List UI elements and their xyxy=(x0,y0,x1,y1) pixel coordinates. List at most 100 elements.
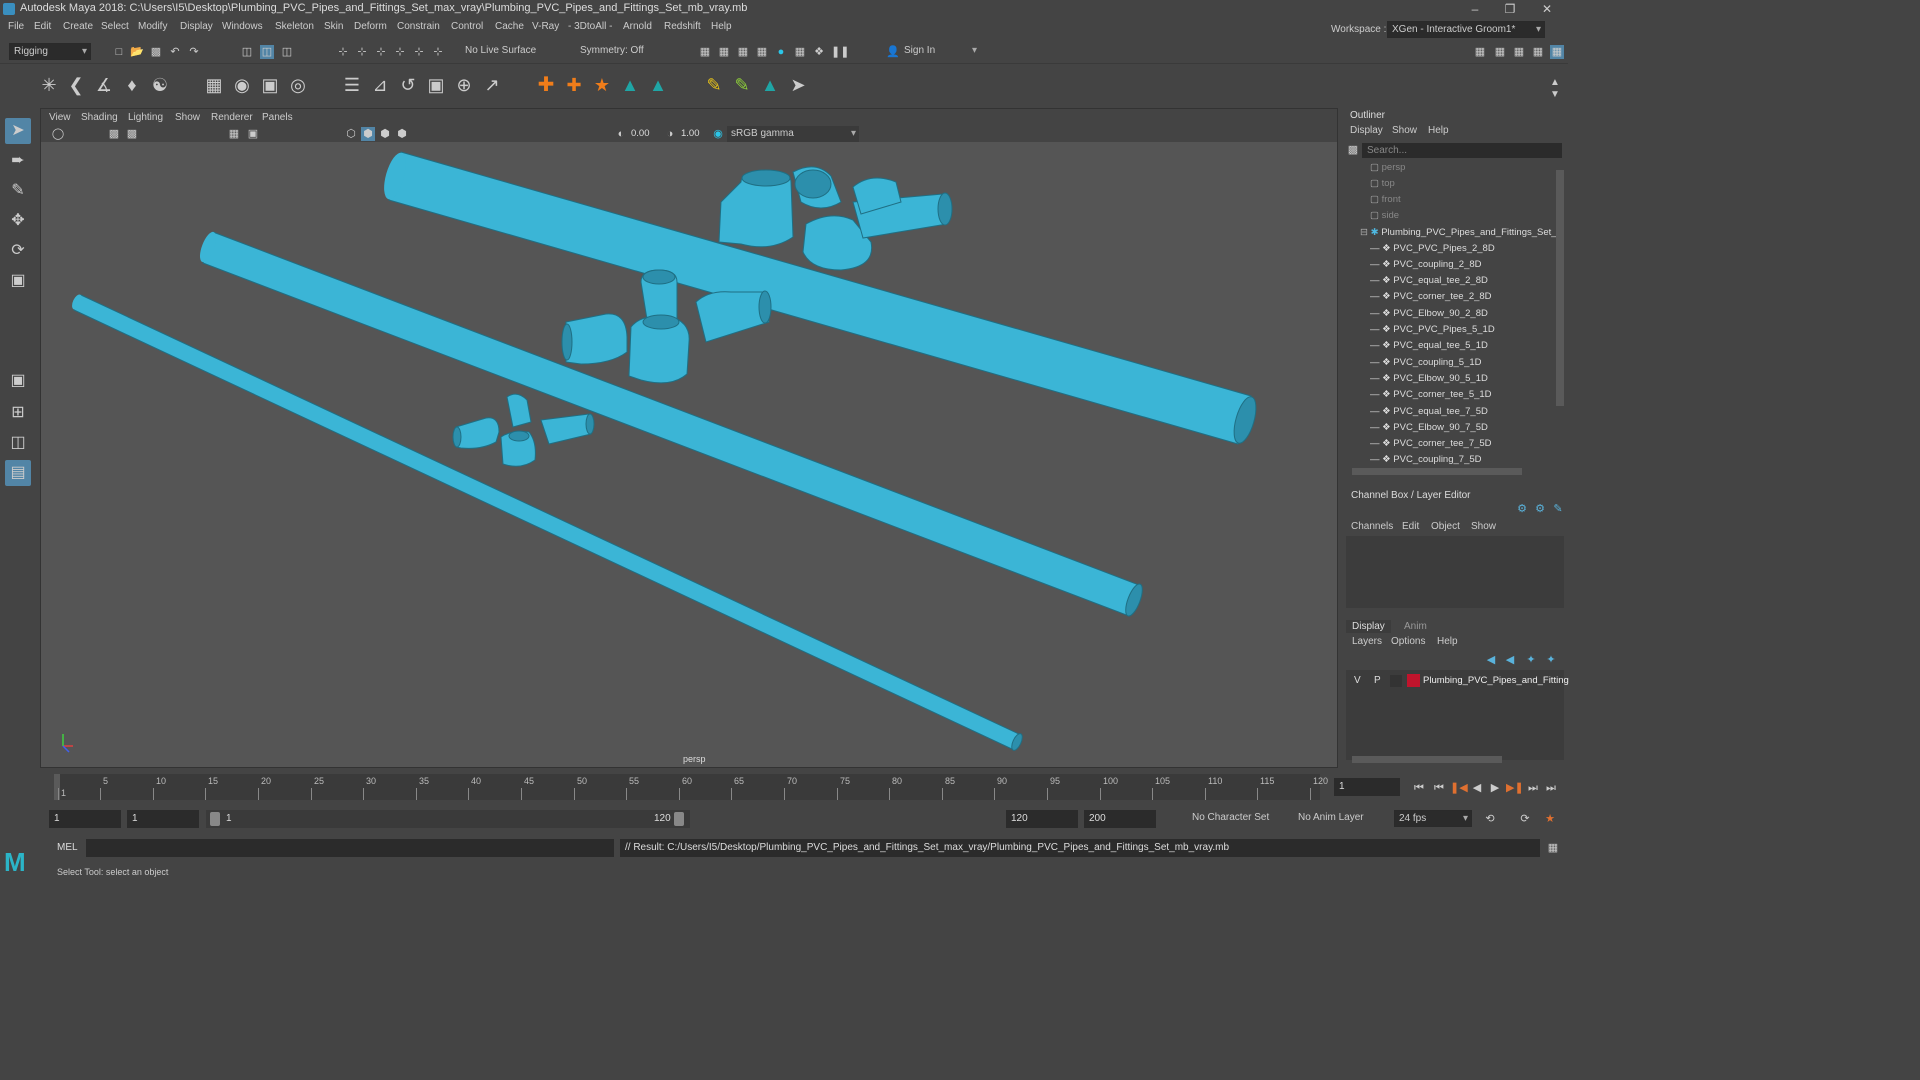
hik-skeleton-icon[interactable]: ▲ xyxy=(621,76,639,94)
sculpt-deformer-icon[interactable]: ✚ xyxy=(565,76,583,94)
vp-menu-view[interactable]: View xyxy=(49,112,71,123)
live-surface-field[interactable]: No Live Surface xyxy=(461,43,545,60)
select-object-icon[interactable]: ◫ xyxy=(260,45,274,59)
menu-cache[interactable]: Cache xyxy=(495,21,524,32)
step-back-frame-icon[interactable]: ❚◀ xyxy=(1450,781,1468,795)
go-to-end-icon[interactable]: ⏭ xyxy=(1544,781,1558,795)
outliner-item[interactable]: ― ❖ PVC_equal_tee_5_1D xyxy=(1370,338,1556,354)
range-end-handle[interactable] xyxy=(674,812,684,826)
ik-spline-icon[interactable]: ∡ xyxy=(95,76,113,94)
outliner-menu-help[interactable]: Help xyxy=(1428,125,1449,136)
render-icon[interactable]: ▦ xyxy=(717,45,731,59)
tool-icon[interactable]: ✎ xyxy=(1551,502,1565,516)
outliner-camera-persp[interactable]: ▢ persp xyxy=(1370,160,1556,176)
snap-view-icon[interactable]: ⊹ xyxy=(393,45,407,59)
hik-control-icon[interactable]: ▲ xyxy=(649,76,667,94)
pole-vector-icon[interactable]: ↗ xyxy=(483,76,501,94)
outliner-item[interactable]: ― ❖ PVC_corner_tee_2_8D xyxy=(1370,289,1556,305)
parent-constraint-icon[interactable]: ☰ xyxy=(343,76,361,94)
wireframe-icon[interactable]: ⬡ xyxy=(344,127,358,141)
outliner-camera-front[interactable]: ▢ front xyxy=(1370,192,1556,208)
time-slider[interactable]: 1 5 10 15 20 25 30 35 40 45 50 55 60 65 70 75 80 85 90 95 10… xyxy=(40,772,1568,804)
outliner-item[interactable]: ― ❖ PVC_corner_tee_5_1D xyxy=(1370,387,1556,403)
scale-constraint-icon[interactable]: ▣ xyxy=(427,76,445,94)
fittings-small[interactable] xyxy=(452,393,595,467)
menu-deform[interactable]: Deform xyxy=(354,21,387,32)
outliner-camera-side[interactable]: ▢ side xyxy=(1370,208,1556,224)
outliner-menu-show[interactable]: Show xyxy=(1392,125,1417,136)
viewport-panel[interactable]: View Shading Lighting Show Renderer Pane… xyxy=(40,108,1338,768)
cb-menu-show[interactable]: Show xyxy=(1471,521,1496,532)
lattice-icon[interactable]: ▣ xyxy=(261,76,279,94)
menu-skin[interactable]: Skin xyxy=(324,21,343,32)
cb-menu-edit[interactable]: Edit xyxy=(1402,521,1419,532)
workspace-dropdown[interactable]: XGen - Interactive Groom1* ▾ xyxy=(1387,21,1545,38)
select-hierarchy-icon[interactable]: ◫ xyxy=(240,45,254,59)
layer-hscrollbar[interactable] xyxy=(1352,756,1502,763)
outliner-item[interactable]: ― ❖ PVC_corner_tee_7_5D xyxy=(1370,436,1556,452)
menu-control[interactable]: Control xyxy=(451,21,483,32)
le-menu-help[interactable]: Help xyxy=(1437,636,1458,647)
anim-prefs-icon[interactable]: ★ xyxy=(1543,812,1557,826)
vp-menu-lighting[interactable]: Lighting xyxy=(128,112,163,123)
character-set-dropdown[interactable]: No Character Set xyxy=(1188,810,1288,827)
quick-rig-icon[interactable]: ☯ xyxy=(151,76,169,94)
paint-select-icon[interactable]: ✎ xyxy=(5,178,31,204)
layer-visibility-toggle[interactable]: V xyxy=(1354,675,1361,686)
le-menu-options[interactable]: Options xyxy=(1391,636,1425,647)
script-editor-icon[interactable]: ▦ xyxy=(1546,841,1560,855)
outliner-item[interactable]: ― ❖ PVC_Elbow_90_7_5D xyxy=(1370,420,1556,436)
smooth-bind-icon[interactable]: ◉ xyxy=(233,76,251,94)
outliner-filter-icon[interactable]: ▩ xyxy=(1346,143,1360,157)
script-language-label[interactable]: MEL xyxy=(57,842,78,853)
step-back-key-icon[interactable]: ⏮ xyxy=(1432,781,1446,795)
cluster-icon[interactable]: ◎ xyxy=(289,76,307,94)
aim-constraint-icon[interactable]: ⊕ xyxy=(455,76,473,94)
insert-joint-icon[interactable]: ♦ xyxy=(123,76,141,94)
tab-display[interactable]: Display xyxy=(1346,620,1391,633)
new-layer-selected-icon[interactable]: ✦ xyxy=(1544,653,1558,667)
minimize-icon[interactable]: – xyxy=(1460,0,1490,18)
layer-color-swatch[interactable] xyxy=(1407,674,1420,687)
menu-select[interactable]: Select xyxy=(101,21,129,32)
pin-icon[interactable]: ➤ xyxy=(789,76,807,94)
vray-icon[interactable]: ❖ xyxy=(812,45,826,59)
vp-menu-renderer[interactable]: Renderer xyxy=(211,112,253,123)
anim-start-field[interactable]: 1 xyxy=(127,810,199,828)
range-start-handle[interactable] xyxy=(210,812,220,826)
modeling-toolkit-icon[interactable]: ▦ xyxy=(1473,45,1487,59)
start-time-field[interactable]: 1 xyxy=(49,810,121,828)
outliner-toggle-icon[interactable]: ▦ xyxy=(1550,45,1564,59)
outliner-search-input[interactable]: Search... xyxy=(1362,143,1562,158)
bookmark-icon[interactable]: ▩ xyxy=(107,127,121,141)
select-component-icon[interactable]: ◫ xyxy=(280,45,294,59)
outliner-item[interactable]: ― ❖ PVC_PVC_Pipes_5_1D xyxy=(1370,322,1556,338)
menu-arnold[interactable]: Arnold xyxy=(623,21,652,32)
snap-point-icon[interactable]: ⊹ xyxy=(374,45,388,59)
color-management-icon[interactable]: ◉ xyxy=(711,127,725,141)
new-layer-icon[interactable]: ✦ xyxy=(1524,653,1538,667)
tool-settings-icon[interactable]: ▦ xyxy=(1512,45,1526,59)
orient-constraint-icon[interactable]: ↺ xyxy=(399,76,417,94)
outliner-item[interactable]: ― ❖ PVC_coupling_2_8D xyxy=(1370,257,1556,273)
menu-3dtoall[interactable]: - 3DtoAll - xyxy=(568,21,612,32)
command-input[interactable] xyxy=(86,839,614,857)
channel-box-toggle-icon[interactable]: ▦ xyxy=(1531,45,1545,59)
hik-retarget-icon[interactable]: ▲ xyxy=(761,76,779,94)
anim-end-field[interactable]: 120 xyxy=(1006,810,1078,828)
outliner-menu-display[interactable]: Display xyxy=(1350,125,1383,136)
scale-tool-icon[interactable]: ▣ xyxy=(5,268,31,294)
lasso-tool-icon[interactable]: ➨ xyxy=(5,148,31,174)
gamma-icon[interactable]: ◑ xyxy=(663,127,677,141)
outliner-item[interactable]: ― ❖ PVC_coupling_7_5D xyxy=(1370,452,1556,468)
image-plane-icon[interactable]: ▩ xyxy=(125,127,139,141)
open-scene-icon[interactable]: 📂 xyxy=(130,45,144,59)
play-backward-icon[interactable]: ◀ xyxy=(1470,781,1484,795)
rotate-tool-icon[interactable]: ⟳ xyxy=(5,238,31,264)
outliner-vscrollbar[interactable] xyxy=(1556,170,1564,406)
render-frame-icon[interactable]: ▦ xyxy=(698,45,712,59)
camera-select-icon[interactable]: ◯ xyxy=(51,127,65,141)
snap-surface-icon[interactable]: ⊹ xyxy=(412,45,426,59)
snap-curve-icon[interactable]: ⊹ xyxy=(355,45,369,59)
menu-edit[interactable]: Edit xyxy=(34,21,51,32)
